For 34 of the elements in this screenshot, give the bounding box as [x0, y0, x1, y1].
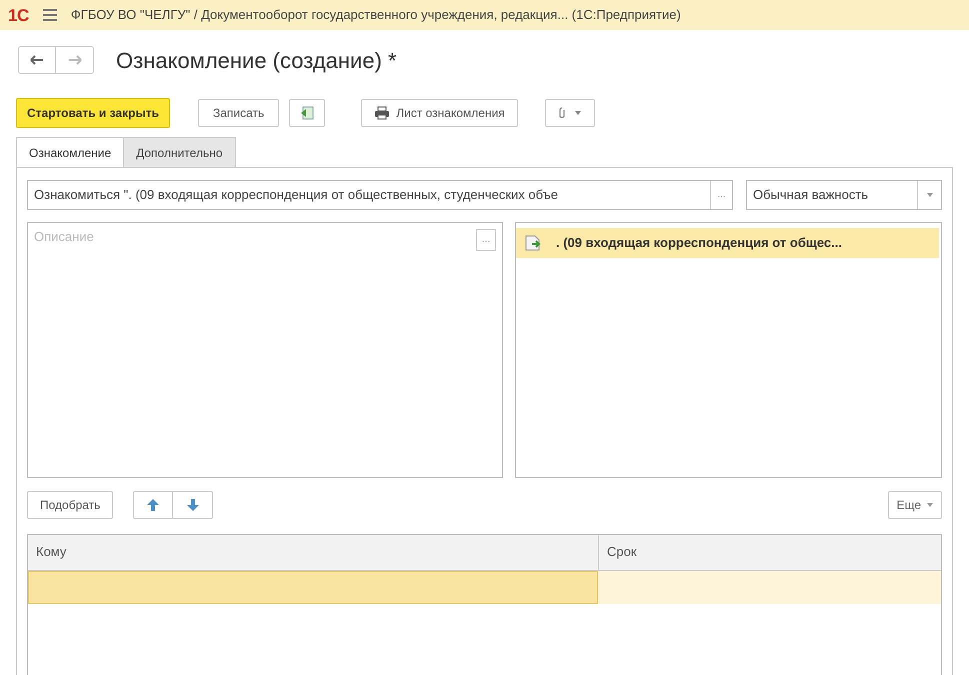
importance-dropdown[interactable]: Обычная важность — [746, 180, 942, 210]
paperclip-icon — [558, 107, 565, 119]
form-title: Ознакомление (создание) * — [116, 46, 397, 74]
menu-icon — [42, 9, 57, 21]
column-header[interactable]: Срок — [598, 535, 941, 570]
caret-icon — [574, 111, 581, 115]
pick-button[interactable]: Подобрать — [27, 491, 114, 519]
save-button[interactable]: Записать — [198, 99, 280, 127]
more-dropdown[interactable]: Еще — [888, 491, 942, 519]
caret-icon — [926, 193, 932, 197]
table-cell[interactable] — [28, 571, 598, 604]
back-arrow-icon — [30, 55, 44, 65]
button-label: Лист ознакомления — [396, 105, 505, 122]
subject-field[interactable]: Ознакомиться ". (09 входящая корреспонденция от общественных, студенческих объе ... — [27, 180, 733, 210]
tab[interactable]: Ознакомление — [16, 137, 124, 168]
start-and-close-button[interactable]: Стартовать и закрыть — [16, 98, 170, 128]
attachment-row[interactable]: . (09 входящая корреспонденция от общес... — [516, 228, 939, 258]
attachment-dropdown[interactable] — [544, 99, 595, 127]
printer-icon — [374, 106, 390, 120]
up-arrow-icon — [147, 499, 160, 511]
caret-icon — [927, 503, 933, 507]
tab[interactable]: Дополнительно — [124, 137, 236, 168]
attachment-name: . (09 входящая корреспонденция от общес... — [556, 234, 842, 252]
move-up-button[interactable] — [133, 491, 174, 519]
forward-arrow-icon — [68, 55, 82, 65]
column-header[interactable]: Кому — [28, 535, 598, 570]
print-button[interactable]: Лист ознакомления — [361, 99, 518, 127]
app-logo: 1С — [8, 6, 29, 24]
document-icon — [524, 235, 542, 251]
move-down-button[interactable] — [173, 491, 214, 519]
copy-button[interactable] — [289, 99, 326, 127]
down-arrow-icon — [186, 499, 199, 511]
back-button[interactable] — [18, 46, 56, 74]
window-title: ФГБОУ ВО "ЧЕЛГУ" / Документооборот государственного учреждения, редакция... (1С:Предприятие) — [70, 6, 681, 24]
